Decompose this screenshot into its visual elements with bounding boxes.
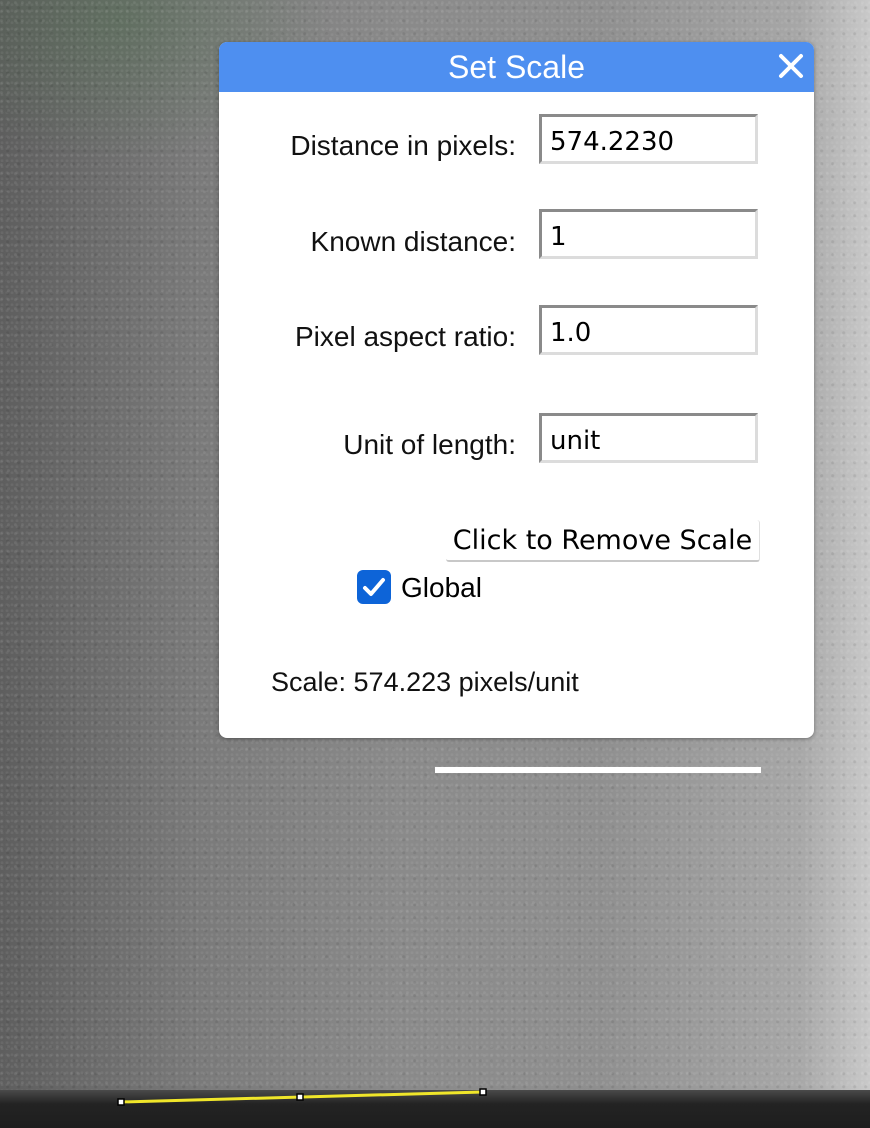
image-dark-edge [0, 1090, 870, 1128]
image-canvas[interactable]: Set Scale Distance in pixels: Known dist… [0, 0, 870, 1128]
unit-of-length-input[interactable] [539, 413, 758, 463]
remove-scale-button[interactable]: Click to Remove Scale [446, 520, 760, 562]
pixel-aspect-ratio-label: Pixel aspect ratio: [295, 321, 516, 352]
dialog-title: Set Scale [448, 49, 585, 85]
global-checkbox[interactable] [357, 570, 391, 604]
close-icon[interactable] [776, 51, 806, 81]
distance-pixels-input[interactable] [539, 114, 758, 164]
checkmark-icon [363, 578, 385, 596]
dialog-titlebar[interactable]: Set Scale [219, 42, 814, 92]
set-scale-dialog: Set Scale Distance in pixels: Known dist… [219, 42, 814, 738]
known-distance-label: Known distance: [310, 226, 516, 257]
pixel-aspect-ratio-input[interactable] [539, 305, 758, 355]
distance-pixels-label: Distance in pixels: [290, 130, 516, 161]
scale-readout: Scale: 574.223 pixels/unit [271, 667, 579, 697]
global-label[interactable]: Global [401, 572, 482, 604]
unit-of-length-label: Unit of length: [343, 429, 516, 460]
scale-bar [435, 767, 761, 773]
known-distance-input[interactable] [539, 209, 758, 259]
